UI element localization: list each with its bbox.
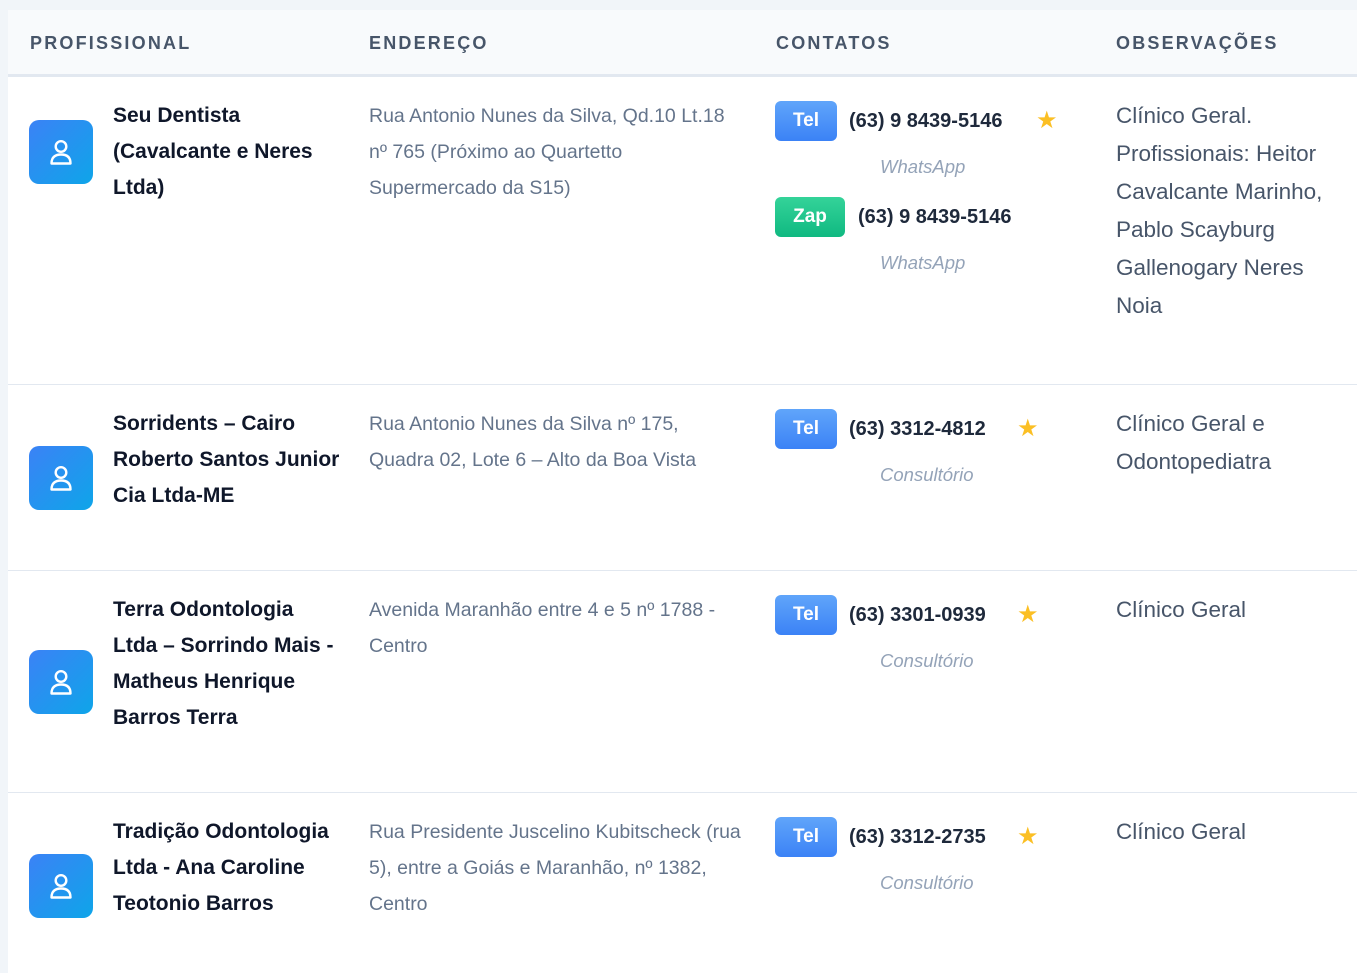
professionals-table: PROFISSIONAL ENDEREÇO CONTATOS OBSERVAÇÕ… — [8, 10, 1357, 973]
star-icon: ★ — [1017, 823, 1039, 850]
table-row: Sorridents – Cairo Roberto Santos Junior… — [8, 385, 1357, 571]
contact-type-label: WhatsApp — [880, 252, 966, 273]
user-icon — [29, 650, 93, 714]
professional-name: Seu Dentista (Cavalcante e Neres Ltda) — [113, 104, 313, 199]
star-icon: ★ — [1017, 601, 1039, 628]
column-header-notes[interactable]: OBSERVAÇÕES — [1116, 33, 1279, 54]
contact-type-label: Consultório — [880, 650, 974, 671]
notes-text: Clínico Geral. Profissionais: Heitor Cav… — [1116, 103, 1323, 318]
star-icon: ★ — [1036, 107, 1058, 134]
column-header-contacts[interactable]: CONTATOS — [776, 33, 892, 54]
phone-link[interactable]: (63) 3301-0939 — [849, 595, 986, 635]
address-text: Avenida Maranhão entre 4 e 5 nº 1788 - C… — [369, 599, 716, 657]
notes-text: Clínico Geral — [1116, 597, 1247, 622]
contact-type-label: Consultório — [880, 872, 974, 893]
notes-text: Clínico Geral — [1116, 819, 1247, 844]
contact-entry: Tel (63) 3301-0939 ★ Consultório — [775, 595, 1095, 687]
table-row: Tradição Odontologia Ltda - Ana Caroline… — [8, 793, 1357, 973]
phone-link[interactable]: (63) 3312-4812 — [849, 409, 986, 449]
address-text: Rua Antonio Nunes da Silva, Qd.10 Lt.18 … — [369, 105, 725, 199]
address-text: Rua Antonio Nunes da Silva nº 175, Quadr… — [369, 413, 697, 471]
contact-type-label: Consultório — [880, 464, 974, 485]
phone-link[interactable]: (63) 3312-2735 — [849, 817, 986, 857]
column-header-professional[interactable]: PROFISSIONAL — [30, 33, 191, 54]
contact-type-label: WhatsApp — [880, 156, 966, 177]
contact-entry: Tel (63) 3312-2735 ★ Consultório — [775, 817, 1095, 909]
phone-link[interactable]: (63) 9 8439-5146 — [858, 197, 1011, 237]
user-icon — [29, 120, 93, 184]
professional-name: Terra Odontologia Ltda – Sorrindo Mais -… — [113, 598, 334, 729]
column-header-address[interactable]: ENDEREÇO — [369, 33, 489, 54]
tel-badge: Tel — [775, 101, 837, 141]
professional-name: Tradição Odontologia Ltda - Ana Caroline… — [113, 820, 329, 915]
table-header: PROFISSIONAL ENDEREÇO CONTATOS OBSERVAÇÕ… — [8, 10, 1357, 77]
tel-badge: Tel — [775, 409, 837, 449]
address-text: Rua Presidente Juscelino Kubitscheck (ru… — [369, 821, 741, 915]
contact-entry: Tel (63) 9 8439-5146 ★ WhatsApp — [775, 101, 1095, 193]
star-icon: ★ — [1017, 415, 1039, 442]
user-icon — [29, 854, 93, 918]
contact-entry: Zap (63) 9 8439-5146 WhatsApp — [775, 197, 1095, 289]
phone-link[interactable]: (63) 9 8439-5146 — [849, 101, 1002, 141]
notes-text: Clínico Geral e Odontopediatra — [1116, 411, 1272, 474]
tel-badge: Tel — [775, 595, 837, 635]
contact-entry: Tel (63) 3312-4812 ★ Consultório — [775, 409, 1095, 501]
table-row: Terra Odontologia Ltda – Sorrindo Mais -… — [8, 571, 1357, 793]
tel-badge: Tel — [775, 817, 837, 857]
table-row: Seu Dentista (Cavalcante e Neres Ltda) R… — [8, 77, 1357, 385]
user-icon — [29, 446, 93, 510]
professional-name: Sorridents – Cairo Roberto Santos Junior… — [113, 412, 340, 507]
zap-badge: Zap — [775, 197, 845, 237]
